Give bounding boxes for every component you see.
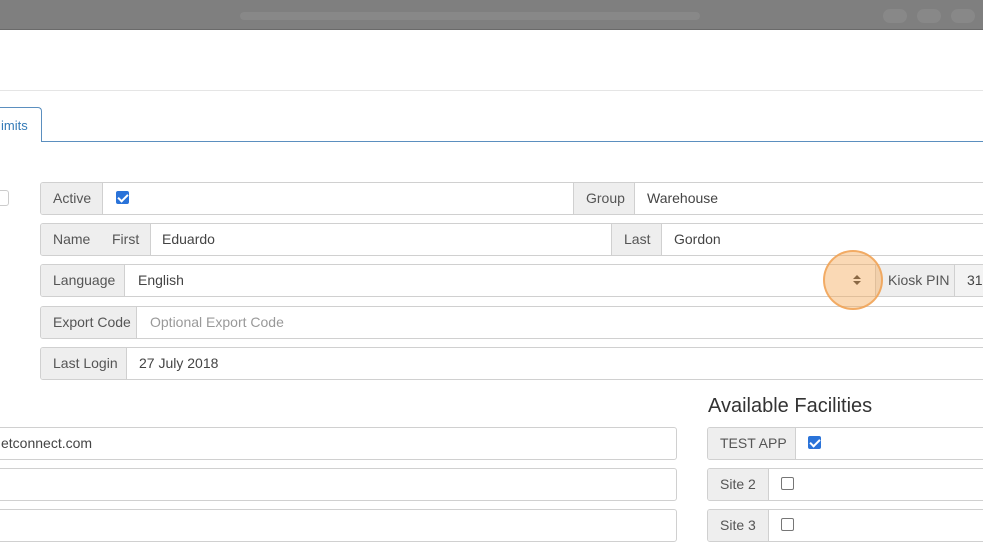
facility-label: Site 2	[708, 469, 769, 500]
facility-checkbox[interactable]	[808, 436, 821, 449]
last-login-label: Last Login	[41, 348, 127, 379]
language-label: Language	[41, 265, 125, 296]
group-value[interactable]: Warehouse	[647, 183, 718, 214]
facility-label: TEST APP	[708, 428, 796, 459]
facility-row: TEST APP	[707, 427, 983, 460]
facility-row: Site 3	[707, 509, 983, 542]
active-label: Active	[41, 183, 103, 214]
first-label: First	[100, 224, 151, 255]
export-code-input[interactable]: Optional Export Code	[150, 307, 284, 338]
contact-field-2[interactable]	[0, 468, 677, 501]
kiosk-pin-label: Kiosk PIN	[875, 265, 955, 296]
blurred-icon	[951, 9, 975, 23]
facility-checkbox[interactable]	[781, 518, 794, 531]
tab-limits[interactable]: imits	[0, 107, 42, 142]
blurred-icon	[883, 9, 907, 23]
click-highlight	[823, 250, 883, 310]
partial-checkbox[interactable]	[0, 190, 9, 206]
export-code-row: Export Code Optional Export Code	[40, 306, 983, 339]
email-field[interactable]: etconnect.com	[0, 427, 677, 460]
contact-field-3[interactable]	[0, 509, 677, 542]
last-label: Last	[611, 224, 662, 255]
name-label: Name	[41, 224, 101, 255]
facility-checkbox[interactable]	[781, 477, 794, 490]
blurred-breadcrumb	[240, 12, 700, 20]
first-name-input[interactable]: Eduardo	[162, 224, 215, 255]
tab-bar-border	[42, 141, 983, 142]
email-value: etconnect.com	[1, 435, 93, 451]
kiosk-pin-input[interactable]: 31	[955, 265, 983, 296]
export-code-label: Export Code	[41, 307, 137, 338]
last-login-row: Last Login 27 July 2018	[40, 347, 983, 380]
active-checkbox[interactable]	[116, 191, 129, 204]
group-label: Group	[573, 183, 635, 214]
facility-row: Site 2	[707, 468, 983, 501]
last-login-value: 27 July 2018	[139, 355, 219, 371]
tab-limits-label: imits	[1, 118, 28, 133]
blurred-icon	[917, 9, 941, 23]
active-group-row: Active Group Warehouse	[40, 182, 983, 215]
modal-backdrop-header	[0, 0, 983, 30]
blurred-header-icons	[873, 9, 983, 23]
available-facilities-title: Available Facilities	[708, 395, 873, 417]
facility-label: Site 3	[708, 510, 769, 541]
last-name-input[interactable]: Gordon	[674, 224, 721, 255]
language-select[interactable]: English	[138, 265, 184, 296]
modal-header-divider	[0, 90, 983, 91]
